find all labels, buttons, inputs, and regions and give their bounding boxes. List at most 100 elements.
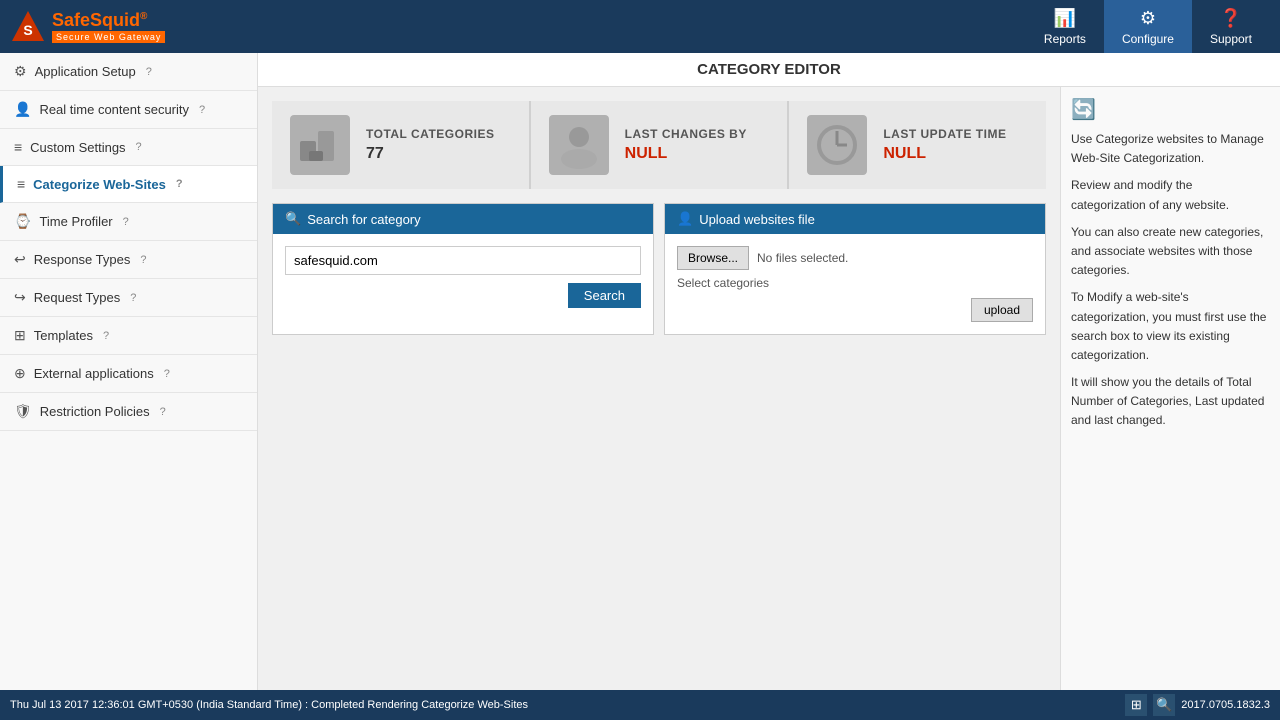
search-btn-row: Search bbox=[285, 283, 641, 308]
statusbar-version: 2017.0705.1832.3 bbox=[1181, 699, 1270, 711]
restriction-policies-icon: 🛡 bbox=[14, 403, 32, 420]
sidebar-label-custom-settings: Custom Settings bbox=[30, 140, 125, 155]
search-panel-header: 🔍 Search for category bbox=[273, 204, 653, 234]
nav-configure-label: Configure bbox=[1122, 32, 1174, 46]
sidebar-help-application-setup[interactable]: ? bbox=[146, 66, 152, 78]
right-panel-text: Use Categorize websites to Manage Web-Si… bbox=[1071, 130, 1270, 431]
right-panel-p3: You can also create new categories, and … bbox=[1071, 223, 1270, 281]
nav-reports-label: Reports bbox=[1044, 32, 1086, 46]
sidebar-help-restriction-policies[interactable]: ? bbox=[160, 406, 166, 418]
logo: S SafeSquid® Secure Web Gateway bbox=[10, 9, 165, 45]
nav-support-label: Support bbox=[1210, 32, 1252, 46]
sidebar-label-restriction-policies: Restriction Policies bbox=[40, 404, 150, 419]
sidebar-item-restriction-policies[interactable]: 🛡 Restriction Policies ? bbox=[0, 393, 257, 431]
external-applications-icon: ⊕ bbox=[14, 365, 26, 382]
templates-icon: ⊞ bbox=[14, 327, 26, 344]
last-update-label: LAST UPDATE TIME bbox=[883, 127, 1006, 141]
application-setup-icon: ⚙ bbox=[14, 63, 27, 80]
total-categories-info: TOTAL CATEGORIES 77 bbox=[366, 127, 494, 163]
step-arrow bbox=[272, 345, 672, 359]
main-layout: ⚙ Application Setup ? 👤 Real time conten… bbox=[0, 53, 1280, 690]
upload-panel-header: 👤 Upload websites file bbox=[665, 204, 1045, 234]
sidebar-item-templates[interactable]: ⊞ Templates ? bbox=[0, 317, 257, 355]
total-categories-label: TOTAL CATEGORIES bbox=[366, 127, 494, 141]
configure-icon: ⚙ bbox=[1140, 8, 1156, 29]
upload-header-icon: 👤 bbox=[677, 211, 693, 227]
stats-row: TOTAL CATEGORIES 77 bbox=[272, 101, 1046, 189]
sidebar-help-request-types[interactable]: ? bbox=[130, 292, 136, 304]
sidebar-help-external-applications[interactable]: ? bbox=[164, 368, 170, 380]
sidebar-label-application-setup: Application Setup bbox=[35, 64, 136, 79]
right-panel: 🔄 Use Categorize websites to Manage Web-… bbox=[1060, 87, 1280, 690]
browse-button[interactable]: Browse... bbox=[677, 246, 749, 270]
logo-icon: S bbox=[10, 9, 46, 45]
upload-row: Browse... No files selected. bbox=[677, 246, 1033, 270]
statusbar-grid-icon[interactable]: ⊞ bbox=[1125, 694, 1147, 716]
last-update-info: LAST UPDATE TIME NULL bbox=[883, 127, 1006, 163]
sidebar-item-time-profiler[interactable]: ⌚ Time Profiler ? bbox=[0, 203, 257, 241]
sidebar-help-real-time[interactable]: ? bbox=[199, 104, 205, 116]
right-panel-p1: Use Categorize websites to Manage Web-Si… bbox=[1071, 130, 1270, 168]
page-title: CATEGORY EDITOR bbox=[258, 53, 1280, 87]
sidebar-label-external-applications: External applications bbox=[34, 366, 154, 381]
total-categories-icon bbox=[290, 115, 350, 175]
total-categories-value: 77 bbox=[366, 145, 494, 163]
statusbar-search-icon[interactable]: 🔍 bbox=[1153, 694, 1175, 716]
upload-panel-title: Upload websites file bbox=[699, 212, 815, 227]
sidebar-item-real-time-content-security[interactable]: 👤 Real time content security ? bbox=[0, 91, 257, 129]
search-input[interactable] bbox=[285, 246, 641, 275]
refresh-icon[interactable]: 🔄 bbox=[1071, 97, 1270, 122]
nav-right: 📊 Reports ⚙ Configure ❓ Support bbox=[1026, 0, 1270, 54]
last-changes-value: NULL bbox=[625, 145, 747, 163]
sidebar-label-request-types: Request Types bbox=[34, 290, 120, 305]
last-update-value: NULL bbox=[883, 145, 1006, 163]
sidebar-help-time-profiler[interactable]: ? bbox=[123, 216, 129, 228]
sidebar-item-custom-settings[interactable]: ≡ Custom Settings ? bbox=[0, 129, 257, 166]
sidebar-help-custom-settings[interactable]: ? bbox=[136, 141, 142, 153]
nav-reports[interactable]: 📊 Reports bbox=[1026, 0, 1104, 54]
sidebar-help-response-types[interactable]: ? bbox=[140, 254, 146, 266]
sidebar-item-request-types[interactable]: ↪ Request Types ? bbox=[0, 279, 257, 317]
last-update-icon bbox=[807, 115, 867, 175]
main-content: TOTAL CATEGORIES 77 bbox=[258, 87, 1060, 359]
sidebar-help-categorize[interactable]: ? bbox=[176, 178, 183, 190]
sidebar-label-templates: Templates bbox=[34, 328, 93, 343]
nav-support[interactable]: ❓ Support bbox=[1192, 0, 1270, 54]
statusbar-left-text: Thu Jul 13 2017 12:36:01 GMT+0530 (India… bbox=[10, 699, 528, 711]
logo-brand: SafeSquid® bbox=[52, 10, 165, 31]
status-bar: Thu Jul 13 2017 12:36:01 GMT+0530 (India… bbox=[0, 690, 1280, 720]
top-navigation: S SafeSquid® Secure Web Gateway 📊 Report… bbox=[0, 0, 1280, 53]
logo-registered: ® bbox=[140, 11, 147, 22]
search-panel: 🔍 Search for category Search bbox=[272, 203, 654, 335]
panels-row: 🔍 Search for category Search bbox=[272, 203, 1046, 335]
select-categories-text: Select categories bbox=[677, 276, 1033, 290]
sidebar: ⚙ Application Setup ? 👤 Real time conten… bbox=[0, 53, 258, 690]
nav-configure[interactable]: ⚙ Configure bbox=[1104, 0, 1192, 54]
logo-text: SafeSquid® Secure Web Gateway bbox=[52, 10, 165, 43]
sidebar-item-response-types[interactable]: ↩ Response Types ? bbox=[0, 241, 257, 279]
right-panel-p2: Review and modify the categorization of … bbox=[1071, 176, 1270, 214]
no-file-text: No files selected. bbox=[757, 251, 848, 265]
search-button[interactable]: Search bbox=[568, 283, 641, 308]
search-header-icon: 🔍 bbox=[285, 211, 301, 227]
categorize-icon: ≡ bbox=[17, 176, 25, 192]
right-panel-p5: It will show you the details of Total Nu… bbox=[1071, 373, 1270, 431]
response-types-icon: ↩ bbox=[14, 251, 26, 268]
request-types-icon: ↪ bbox=[14, 289, 26, 306]
sidebar-item-categorize-web-sites[interactable]: ≡ Categorize Web-Sites ? bbox=[0, 166, 257, 203]
content-with-panel: TOTAL CATEGORIES 77 bbox=[258, 87, 1280, 690]
svg-text:S: S bbox=[23, 22, 32, 38]
sidebar-item-application-setup[interactable]: ⚙ Application Setup ? bbox=[0, 53, 257, 91]
logo-brand-name: SafeSquid bbox=[52, 10, 140, 30]
sidebar-help-templates[interactable]: ? bbox=[103, 330, 109, 342]
last-changes-icon bbox=[549, 115, 609, 175]
reports-icon: 📊 bbox=[1054, 8, 1076, 29]
sidebar-label-real-time: Real time content security bbox=[39, 102, 189, 117]
stat-last-update-time: LAST UPDATE TIME NULL bbox=[789, 101, 1046, 189]
sidebar-label-categorize: Categorize Web-Sites bbox=[33, 177, 166, 192]
sidebar-label-time-profiler: Time Profiler bbox=[39, 214, 112, 229]
upload-button[interactable]: upload bbox=[971, 298, 1033, 322]
last-changes-info: LAST CHANGES BY NULL bbox=[625, 127, 747, 163]
time-profiler-icon: ⌚ bbox=[14, 213, 31, 230]
sidebar-item-external-applications[interactable]: ⊕ External applications ? bbox=[0, 355, 257, 393]
